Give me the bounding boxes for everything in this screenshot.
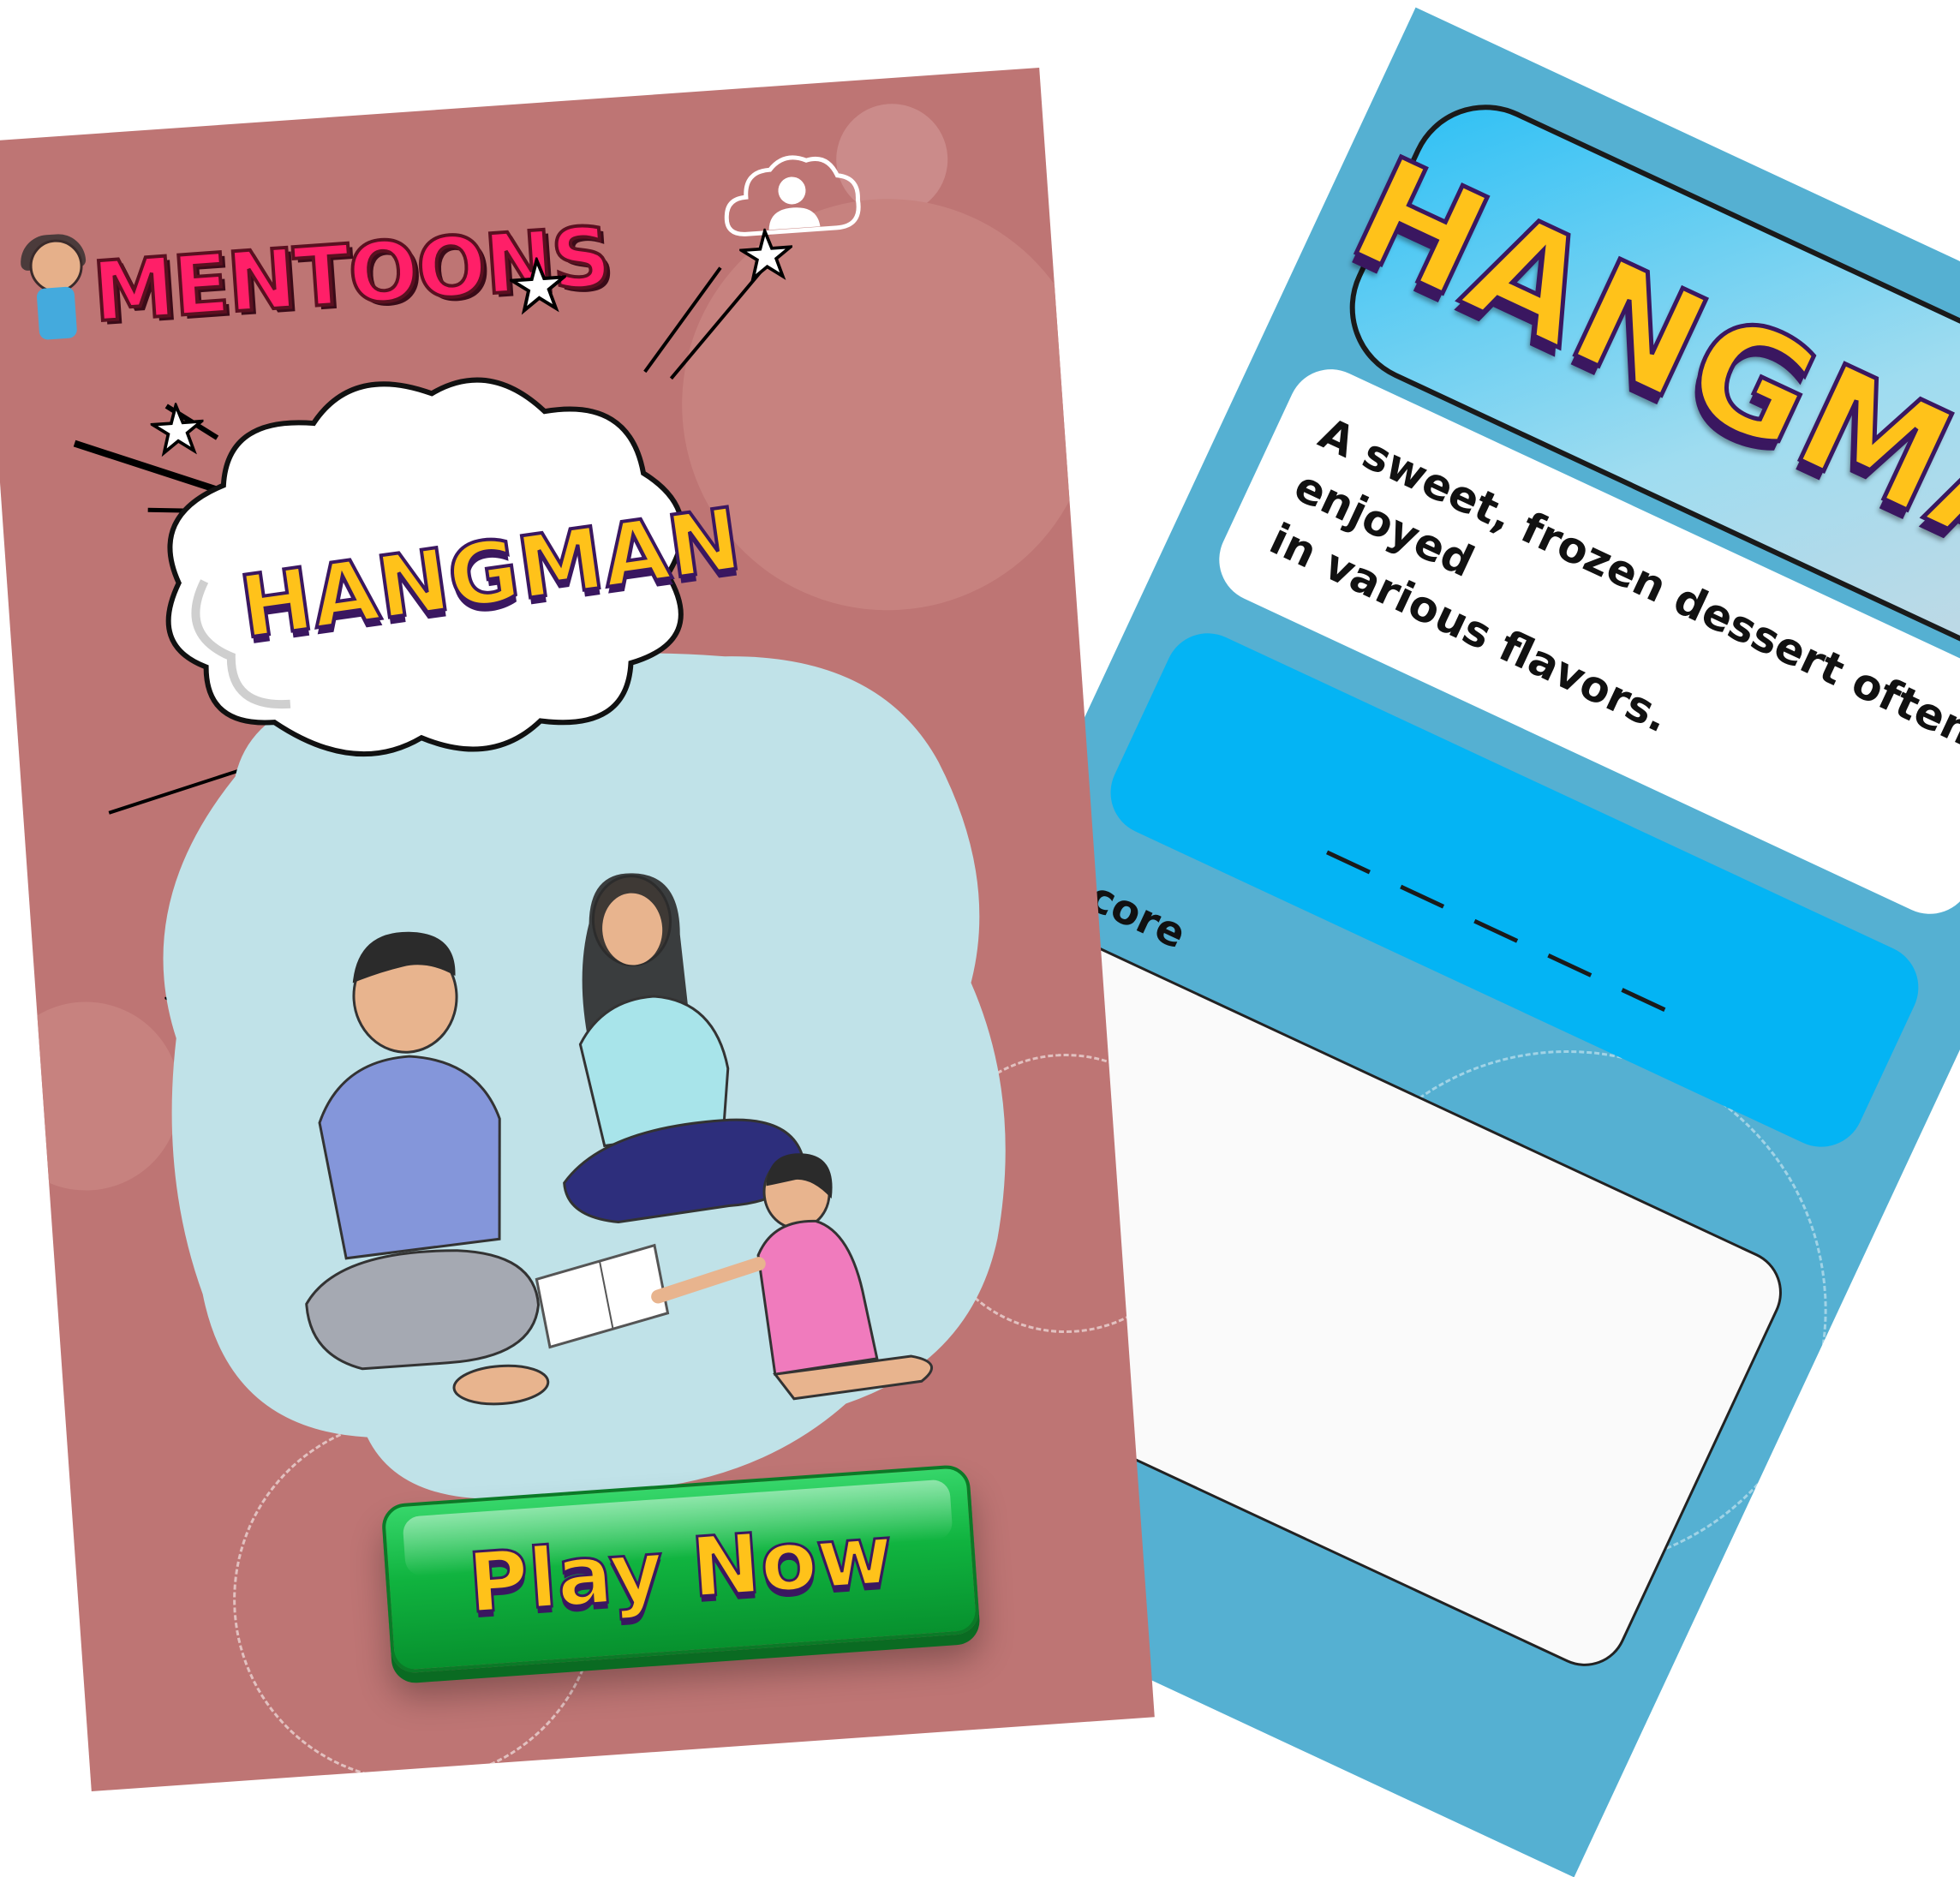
- letter-blank: [1325, 850, 1371, 875]
- letter-blank: [1399, 884, 1444, 909]
- star-icon: [738, 226, 795, 283]
- start-screen-card: MENTOONS HANGMAN Play Now: [0, 67, 1155, 1792]
- letter-blank: [1620, 987, 1665, 1012]
- mascot-icon: [17, 232, 93, 353]
- letter-blank: [1473, 918, 1518, 943]
- letter-blank: [1546, 953, 1592, 977]
- star-icon: [508, 255, 569, 315]
- family-playing-illustration: [305, 873, 933, 1406]
